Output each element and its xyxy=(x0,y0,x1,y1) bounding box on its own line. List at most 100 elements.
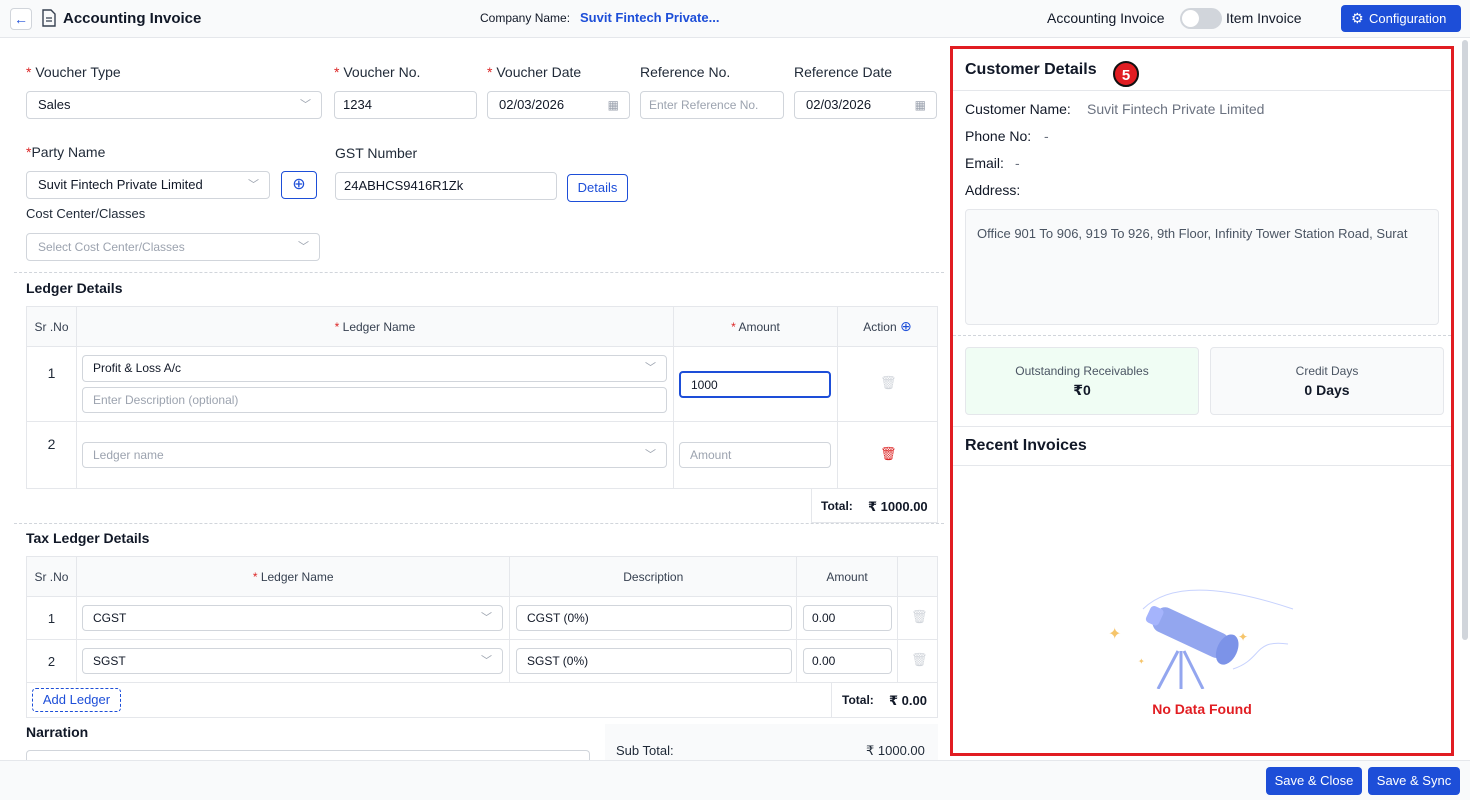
svg-text:✦: ✦ xyxy=(1108,626,1121,643)
divider xyxy=(953,90,1451,91)
reference-no-label: Reference No. xyxy=(640,64,731,80)
cost-center-select[interactable]: Select Cost Center/Classes ﹀ xyxy=(26,233,320,261)
ledger-sr-2: 2 xyxy=(26,421,77,489)
gst-number-input[interactable]: 24ABHCS9416R1Zk xyxy=(335,172,557,200)
telescope-illustration: ✦ ✦ ✦ xyxy=(1108,589,1294,689)
voucher-type-select[interactable]: Sales ﹀ xyxy=(26,91,322,119)
trash-icon[interactable]: 🗑 xyxy=(911,652,928,668)
chevron-down-icon: ﹀ xyxy=(248,179,259,191)
party-name-select[interactable]: Suvit Fintech Private Limited ﹀ xyxy=(26,171,270,199)
tax-description-2[interactable]: SGST (0%) xyxy=(516,648,792,674)
ledger-total-value: ₹ 1000.00 xyxy=(868,499,928,514)
chevron-down-icon: ﹀ xyxy=(481,612,492,624)
customer-name-value: Suvit Fintech Private Limited xyxy=(1087,101,1265,117)
chevron-down-icon: ﹀ xyxy=(481,655,492,667)
add-party-icon[interactable]: ⊕ xyxy=(281,171,317,199)
document-icon xyxy=(42,9,56,27)
col-srno: Sr .No xyxy=(26,306,77,347)
voucher-date-label: * Voucher Date xyxy=(487,64,582,80)
phone-value: - xyxy=(1044,128,1049,144)
reference-no-input[interactable]: Enter Reference No. xyxy=(640,91,784,119)
voucher-date-input[interactable]: 02/03/2026 ▦ xyxy=(487,91,630,119)
invoice-type-toggle[interactable] xyxy=(1180,8,1222,29)
chevron-down-icon: ﹀ xyxy=(298,241,309,253)
col-action: Action ⊕ xyxy=(837,306,938,347)
tax-amount-1[interactable]: 0.00 xyxy=(803,605,892,631)
page-scrollbar[interactable] xyxy=(1462,40,1468,640)
page-title: Accounting Invoice xyxy=(63,10,202,27)
amount-input-1[interactable]: 1000 xyxy=(679,371,831,398)
cost-center-label: Cost Center/Classes xyxy=(26,206,146,221)
subtotal-label: Sub Total: xyxy=(616,743,674,758)
col-action xyxy=(897,556,938,597)
no-data-text: No Data Found xyxy=(1152,701,1252,717)
svg-text:✦: ✦ xyxy=(1138,657,1145,666)
narration-title: Narration xyxy=(26,724,89,740)
back-arrow-icon[interactable]: ← xyxy=(10,8,32,30)
configuration-label: Configuration xyxy=(1369,11,1447,26)
trash-icon[interactable]: 🗑 xyxy=(880,375,897,391)
tax-amount-2[interactable]: 0.00 xyxy=(803,648,892,674)
company-name[interactable]: Suvit Fintech Private... xyxy=(580,10,719,25)
ledger-details-title: Ledger Details xyxy=(26,280,123,296)
email-value: - xyxy=(1015,155,1020,171)
trash-icon[interactable]: 🗑 xyxy=(911,609,928,625)
customer-name-label: Customer Name: xyxy=(965,101,1071,117)
calendar-icon: ▦ xyxy=(607,98,619,112)
description-input-1[interactable]: Enter Description (optional) xyxy=(82,387,667,413)
voucher-no-label: * Voucher No. xyxy=(334,64,421,80)
col-ledger-name: * Ledger Name xyxy=(75,556,511,597)
reference-date-label: Reference Date xyxy=(794,64,893,80)
outstanding-label: Outstanding Receivables xyxy=(1015,364,1149,378)
tax-total-value: ₹ 0.00 xyxy=(889,693,927,708)
tax-ledger-select-2[interactable]: SGST ﹀ xyxy=(82,648,503,674)
gear-icon: ⚙ xyxy=(1351,10,1364,26)
toggle-label-accounting: Accounting Invoice xyxy=(1047,10,1165,26)
gst-number-label: GST Number xyxy=(335,145,418,161)
subtotal-value: ₹ 1000.00 xyxy=(866,743,925,758)
col-amount: Amount xyxy=(796,556,899,597)
customer-details-title: Customer Details xyxy=(965,61,1097,78)
ledger-sr-1: 1 xyxy=(26,346,77,422)
amount-input-2[interactable]: Amount xyxy=(679,442,831,468)
svg-text:✦: ✦ xyxy=(1238,630,1248,644)
trash-icon[interactable]: 🗑 xyxy=(880,446,897,462)
tax-ledger-select-1[interactable]: CGST ﹀ xyxy=(82,605,503,631)
divider xyxy=(953,465,1451,466)
credit-days-value: 0 Days xyxy=(1304,382,1350,398)
voucher-type-label: * Voucher Type xyxy=(26,64,121,80)
credit-days-card: Credit Days 0 Days xyxy=(1210,347,1444,415)
toggle-label-item: Item Invoice xyxy=(1226,10,1302,26)
voucher-no-input[interactable]: 1234 xyxy=(334,91,477,119)
tax-ledger-title: Tax Ledger Details xyxy=(26,530,150,546)
top-bar: ← Accounting Invoice Company Name: Suvit… xyxy=(0,0,1470,38)
toggle-knob xyxy=(1182,10,1199,27)
details-button[interactable]: Details xyxy=(567,174,628,202)
add-ledger-button[interactable]: Add Ledger xyxy=(32,688,121,712)
add-row-icon[interactable]: ⊕ xyxy=(900,318,912,334)
phone-label: Phone No: xyxy=(965,128,1032,144)
outstanding-receivables-card: Outstanding Receivables ₹0 xyxy=(965,347,1199,415)
col-amount: * Amount xyxy=(673,306,838,347)
reference-date-input[interactable]: 02/03/2026 ▦ xyxy=(794,91,937,119)
address-label: Address: xyxy=(965,182,1021,198)
calendar-icon: ▦ xyxy=(914,98,926,112)
tax-sr-1: 1 xyxy=(26,596,77,640)
party-name-label: *Party Name xyxy=(26,144,106,160)
configuration-button[interactable]: ⚙ Configuration xyxy=(1341,5,1461,32)
ledger-name-select-2[interactable]: Ledger name ﹀ xyxy=(82,442,667,468)
chevron-down-icon: ﹀ xyxy=(645,362,656,374)
tax-description-1[interactable]: CGST (0%) xyxy=(516,605,792,631)
address-box: Office 901 To 906, 919 To 926, 9th Floor… xyxy=(965,209,1439,325)
tax-footer-row xyxy=(26,682,938,718)
ledger-total-label: Total: xyxy=(821,499,853,513)
email-label: Email: xyxy=(965,155,1004,171)
col-ledger-name: * Ledger Name xyxy=(76,306,674,347)
col-description: Description xyxy=(509,556,798,597)
credit-days-label: Credit Days xyxy=(1295,364,1359,378)
col-srno: Sr .No xyxy=(26,556,77,597)
save-sync-button[interactable]: Save & Sync xyxy=(1368,767,1460,795)
ledger-name-select-1[interactable]: Profit & Loss A/c ﹀ xyxy=(82,355,667,382)
tax-total-label: Total: xyxy=(842,693,874,707)
save-close-button[interactable]: Save & Close xyxy=(1266,767,1362,795)
